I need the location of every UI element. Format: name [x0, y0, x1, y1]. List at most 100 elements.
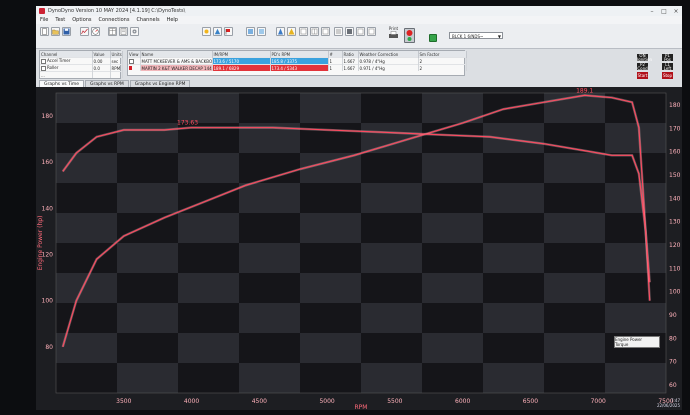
right-y-tick-label: 120	[669, 242, 681, 249]
right-y-tick-label: 180	[669, 102, 681, 109]
dial-icon[interactable]	[91, 27, 100, 36]
grid-cell	[178, 273, 239, 303]
grid-cell	[300, 93, 361, 123]
table-row[interactable]: MARTIN 2 K&T WALKER DECAP 144 189.1 / 68…	[128, 64, 467, 71]
layout-icon[interactable]	[299, 27, 308, 36]
x-tick-label: 5000	[319, 398, 334, 405]
grid-cell	[605, 303, 666, 333]
status-box[interactable]: ON Ignition	[637, 54, 652, 62]
grid-cell	[605, 243, 666, 273]
grid-cell	[239, 213, 300, 243]
right-y-tick-label: 160	[669, 149, 681, 156]
flag-icon[interactable]	[224, 27, 233, 36]
row-checkbox[interactable]	[41, 58, 46, 64]
grid-cell	[422, 183, 483, 213]
menu-help[interactable]: Help	[167, 17, 178, 23]
runs-table: View Name IM/RPM PD's RPM # Ratio Weathe…	[127, 50, 467, 76]
report-icon[interactable]	[119, 27, 128, 36]
menu-test[interactable]: Test	[55, 17, 65, 23]
x-tick-label: 7000	[591, 398, 606, 405]
maximize-button[interactable]: □	[658, 8, 670, 15]
menu-options[interactable]: Options	[72, 17, 91, 23]
grid-cell	[544, 153, 605, 183]
shrink-icon[interactable]	[356, 27, 365, 36]
chevron-down-icon: ▼	[497, 34, 501, 39]
window-controls: – □ ×	[646, 8, 682, 15]
grid-cell	[422, 123, 483, 153]
y-tick-label: 100	[42, 298, 54, 305]
menu-connections[interactable]: Connections	[99, 17, 130, 23]
menu-file[interactable]: File	[40, 17, 48, 23]
grid-cell	[178, 363, 239, 393]
grid-cell	[300, 363, 361, 393]
weather-icon[interactable]	[202, 27, 211, 36]
minimize-button[interactable]: –	[646, 8, 658, 15]
run-name: MATT MCKEEVER & AMS & BACKBO	[140, 57, 213, 65]
right-y-tick-label: 100	[669, 289, 681, 296]
app-icon	[39, 8, 45, 14]
warning-icon[interactable]	[287, 27, 296, 36]
grid-cell	[56, 363, 117, 393]
grid-cell	[361, 183, 422, 213]
window-icon[interactable]	[321, 27, 330, 36]
open-folder-icon[interactable]	[51, 27, 60, 36]
graph-legend: Engine Power Torque	[614, 336, 660, 348]
x-tick-label: 4000	[184, 398, 199, 405]
grid-cell	[422, 273, 483, 303]
save-icon[interactable]	[62, 27, 71, 36]
grid-cell	[300, 183, 361, 213]
right-y-tick-label: 150	[669, 172, 681, 179]
channel-value: 0.0	[92, 64, 111, 72]
table-icon[interactable]	[108, 27, 117, 36]
grid-icon[interactable]	[310, 27, 319, 36]
table-row[interactable]: MATT MCKEEVER & AMS & BACKBO 173.6 / 517…	[128, 57, 467, 65]
run-number: 1	[328, 64, 343, 71]
run-pd-rpm: 173.4 / 5343	[270, 64, 329, 71]
grid-cell	[56, 183, 117, 213]
row-checkbox[interactable]	[41, 65, 46, 71]
device-select[interactable]: BLCK 1 6/NDS~ ▼	[449, 32, 503, 39]
table-row[interactable]: Roller 0.0 RPM	[40, 64, 123, 72]
run-number: 1	[328, 57, 343, 65]
dyno-graph[interactable]: 80 100 120 140 160 180 180 170 160 150 140 130 120 11…	[36, 87, 682, 410]
calibrate-icon[interactable]	[213, 27, 222, 36]
settings-icon[interactable]	[130, 27, 139, 36]
cone-icon[interactable]	[276, 27, 285, 36]
run-ratio: 1.667	[342, 57, 359, 65]
table-row[interactable]: ...	[40, 71, 123, 78]
x-tick-label: 5500	[387, 398, 402, 405]
status-dial-icon[interactable]	[404, 28, 415, 43]
status-box[interactable]: P1 Pos	[662, 54, 673, 62]
new-file-icon[interactable]	[40, 27, 49, 36]
grid-cell	[178, 93, 239, 123]
graph-icon[interactable]	[80, 27, 89, 36]
status-box[interactable]: P2 Cond	[637, 63, 648, 71]
chart-toggle-icon[interactable]	[345, 27, 354, 36]
right-y-tick-label: 80	[669, 335, 677, 342]
grid-cell	[300, 273, 361, 303]
grid-cell	[422, 153, 483, 183]
table-row[interactable]: Accel Timer 0.00 sec	[40, 57, 123, 65]
close-button[interactable]: ×	[670, 8, 682, 15]
stop-button[interactable]: Stop	[662, 72, 673, 79]
grid-cell	[422, 303, 483, 333]
grid-cell	[117, 123, 178, 153]
channel-icon[interactable]	[246, 27, 255, 36]
grid-cell	[361, 273, 422, 303]
menu-channels[interactable]: Channels	[136, 17, 159, 23]
grid-cell	[239, 243, 300, 273]
status-box[interactable]: L1 Left	[662, 63, 673, 71]
channel-units: sec	[110, 57, 123, 65]
list-icon[interactable]	[334, 27, 343, 36]
grid-cell	[483, 303, 544, 333]
grid-cell	[239, 183, 300, 213]
grid-cell	[483, 333, 544, 363]
view-checkbox[interactable]	[129, 58, 134, 64]
print-button[interactable]: Print	[388, 26, 399, 44]
start-button[interactable]: Start	[637, 72, 648, 79]
run-weather: 0.971 / 4"Hg	[358, 64, 419, 71]
run-weather: 0.978 / 4"Hg	[358, 57, 419, 65]
expand-icon[interactable]	[367, 27, 376, 36]
sensor-icon[interactable]	[257, 27, 266, 36]
x-tick-label: 4500	[252, 398, 267, 405]
